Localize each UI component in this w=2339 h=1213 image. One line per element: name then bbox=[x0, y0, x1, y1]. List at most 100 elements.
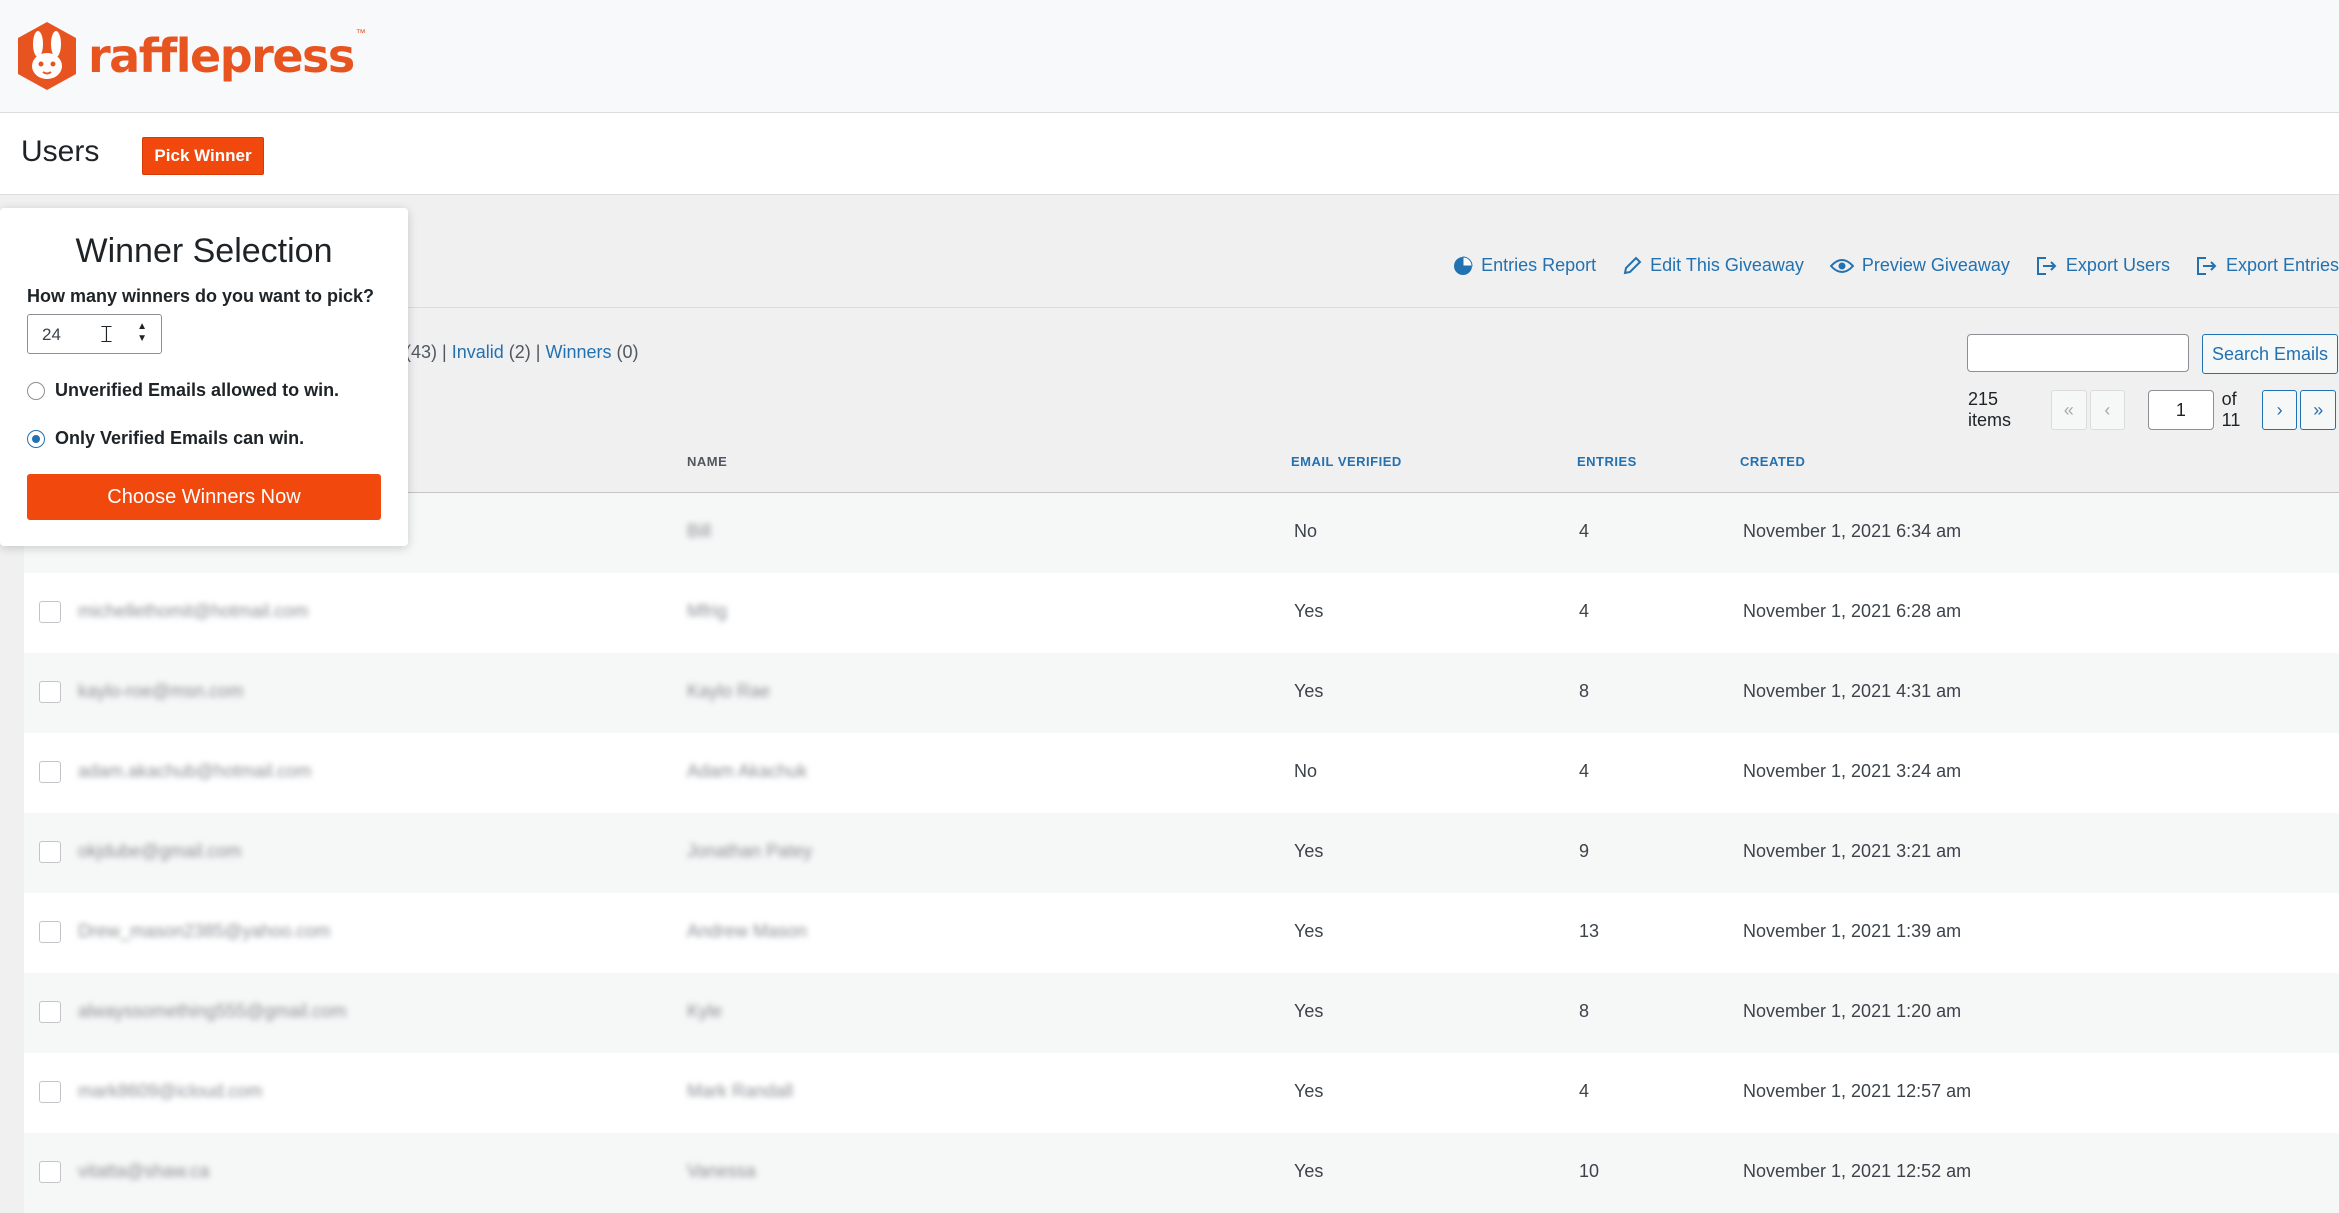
row-checkbox[interactable] bbox=[39, 841, 61, 863]
row-entries: 4 bbox=[1579, 521, 1590, 541]
row-checkbox[interactable] bbox=[39, 601, 61, 623]
table-row: okjdube@gmail.com Jonathan Patey Yes 9 N… bbox=[24, 813, 2339, 893]
preview-giveaway-label: Preview Giveaway bbox=[1861, 255, 2010, 275]
filter-count-a: (43) bbox=[405, 342, 438, 362]
row-entries: 4 bbox=[1579, 761, 1590, 781]
row-created: November 1, 2021 4:31 am bbox=[1743, 681, 1962, 701]
preview-giveaway-link[interactable]: Preview Giveaway bbox=[1829, 255, 2010, 276]
row-entries: 9 bbox=[1579, 841, 1590, 861]
row-name: Bill bbox=[687, 521, 712, 541]
row-entries: 13 bbox=[1579, 921, 1600, 941]
row-created: November 1, 2021 3:24 am bbox=[1743, 761, 1962, 781]
row-created: November 1, 2021 1:20 am bbox=[1743, 1001, 1962, 1021]
row-created: November 1, 2021 6:28 am bbox=[1743, 601, 1962, 621]
table-row: mark8609@icloud.com Mark Randall Yes 4 N… bbox=[24, 1053, 2339, 1133]
last-page-button[interactable]: » bbox=[2300, 390, 2337, 430]
total-pages: of 11 bbox=[2221, 389, 2241, 430]
row-created: November 1, 2021 1:39 am bbox=[1743, 921, 1962, 941]
entries-report-link[interactable]: Entries Report bbox=[1453, 255, 1596, 276]
table-row: alwayssomething555@gmail.com Kyle Yes 8 … bbox=[24, 973, 2339, 1053]
table-row: michellethomit@hotmail.com Mfrig Yes 4 N… bbox=[24, 573, 2339, 653]
edit-giveaway-label: Edit This Giveaway bbox=[1650, 255, 1804, 275]
row-name: Adam Akachuk bbox=[687, 761, 808, 781]
column-created[interactable]: CREATED bbox=[1740, 454, 1805, 469]
winner-count-question: How many winners do you want to pick? bbox=[27, 286, 375, 306]
row-entries: 8 bbox=[1579, 681, 1590, 701]
unverified-label: Unverified Emails allowed to win. bbox=[55, 380, 340, 400]
filter-invalid-link[interactable]: Invalid bbox=[452, 342, 504, 362]
row-checkbox[interactable] bbox=[39, 921, 61, 943]
row-entries: 4 bbox=[1579, 601, 1590, 621]
brand-name: rafflepress bbox=[88, 29, 355, 83]
row-checkbox[interactable] bbox=[39, 1001, 61, 1023]
export-entries-label: Export Entries bbox=[2225, 255, 2339, 275]
row-checkbox[interactable] bbox=[39, 1081, 61, 1103]
row-verified: Yes bbox=[1294, 681, 1324, 701]
table-row: vitatta@shaw.ca Vanessa Yes 10 November … bbox=[24, 1133, 2339, 1213]
first-page-button[interactable]: « bbox=[2050, 390, 2087, 430]
winner-selection-popup: Winner Selection How many winners do you… bbox=[0, 208, 408, 546]
row-entries: 4 bbox=[1579, 1081, 1590, 1101]
row-email: alwayssomething555@gmail.com bbox=[78, 1001, 347, 1021]
row-verified: No bbox=[1294, 521, 1318, 541]
winner-count-input[interactable]: 24 𝙸 ▲ ▼ bbox=[27, 314, 162, 354]
row-verified: Yes bbox=[1294, 1001, 1324, 1021]
verified-emails-option[interactable]: Only Verified Emails can win. bbox=[27, 428, 304, 449]
status-filters: (43) | Invalid (2) | Winners (0) bbox=[405, 342, 639, 362]
row-verified: Yes bbox=[1294, 1161, 1324, 1181]
entries-report-label: Entries Report bbox=[1481, 255, 1597, 275]
row-email: vitatta@shaw.ca bbox=[78, 1161, 210, 1181]
pick-winner-button[interactable]: Pick Winner bbox=[142, 137, 264, 175]
verified-radio[interactable] bbox=[27, 429, 45, 448]
unverified-emails-option[interactable]: Unverified Emails allowed to win. bbox=[27, 380, 339, 401]
row-verified: No bbox=[1294, 761, 1318, 781]
row-name: Jonathan Patey bbox=[687, 841, 813, 861]
choose-winners-button[interactable]: Choose Winners Now bbox=[27, 474, 381, 520]
pencil-icon bbox=[1623, 256, 1642, 274]
users-table: NAME EMAIL VERIFIED ENTRIES CREATED Bill… bbox=[24, 430, 2339, 1213]
table-row: kaylo-roe@msn.com Kaylo Rae Yes 8 Novemb… bbox=[24, 653, 2339, 733]
items-count: 215 items bbox=[1968, 389, 2012, 430]
row-created: November 1, 2021 6:34 am bbox=[1743, 521, 1962, 541]
row-email: adam.akachub@hotmail.com bbox=[78, 761, 312, 781]
row-name: Mfrig bbox=[687, 601, 727, 621]
row-created: November 1, 2021 12:52 am bbox=[1743, 1161, 1972, 1181]
verified-label: Only Verified Emails can win. bbox=[55, 428, 305, 448]
export-entries-link[interactable]: Export Entries bbox=[2196, 255, 2339, 276]
row-checkbox[interactable] bbox=[39, 1161, 61, 1183]
export-users-label: Export Users bbox=[2065, 255, 2170, 275]
row-entries: 8 bbox=[1579, 1001, 1590, 1021]
export-users-link[interactable]: Export Users bbox=[2036, 255, 2170, 276]
action-links: Entries Report Edit This Giveaway Previe… bbox=[1453, 255, 2339, 276]
row-name: Vanessa bbox=[687, 1161, 756, 1181]
eye-icon bbox=[1829, 258, 1854, 273]
next-page-button[interactable]: › bbox=[2261, 390, 2298, 430]
search-emails-button[interactable]: Search Emails bbox=[2202, 334, 2338, 374]
column-entries[interactable]: ENTRIES bbox=[1577, 454, 1637, 469]
unverified-radio[interactable] bbox=[27, 381, 45, 400]
search-emails-input[interactable] bbox=[1967, 334, 2189, 372]
row-verified: Yes bbox=[1294, 921, 1324, 941]
row-name: Kyle bbox=[687, 1001, 723, 1021]
column-email-verified[interactable]: EMAIL VERIFIED bbox=[1291, 454, 1402, 469]
page-title: Users bbox=[21, 135, 100, 168]
table-row: Drew_mason2385@yahoo.com Andrew Mason Ye… bbox=[24, 893, 2339, 973]
filter-winners-count: (0) bbox=[616, 342, 639, 362]
popup-title: Winner Selection bbox=[75, 232, 333, 270]
winner-count-value: 24 bbox=[42, 325, 61, 344]
top-bar: rafflepress ™ bbox=[0, 0, 2339, 113]
row-email: michellethomit@hotmail.com bbox=[78, 601, 309, 621]
pie-chart-icon bbox=[1454, 255, 1473, 275]
stepper-arrows-icon[interactable]: ▲ ▼ bbox=[137, 321, 147, 345]
export-icon bbox=[2036, 256, 2057, 275]
row-checkbox[interactable] bbox=[39, 761, 61, 783]
row-checkbox[interactable] bbox=[39, 681, 61, 703]
filter-winners-link[interactable]: Winners bbox=[545, 342, 611, 362]
rafflepress-logo[interactable]: rafflepress ™ bbox=[14, 20, 366, 92]
current-page-input[interactable]: 1 bbox=[2148, 390, 2214, 430]
prev-page-button[interactable]: ‹ bbox=[2089, 390, 2126, 430]
row-name: Mark Randall bbox=[687, 1081, 794, 1101]
edit-giveaway-link[interactable]: Edit This Giveaway bbox=[1622, 255, 1804, 276]
row-email: mark8609@icloud.com bbox=[78, 1081, 263, 1101]
row-email: Drew_mason2385@yahoo.com bbox=[78, 921, 331, 941]
